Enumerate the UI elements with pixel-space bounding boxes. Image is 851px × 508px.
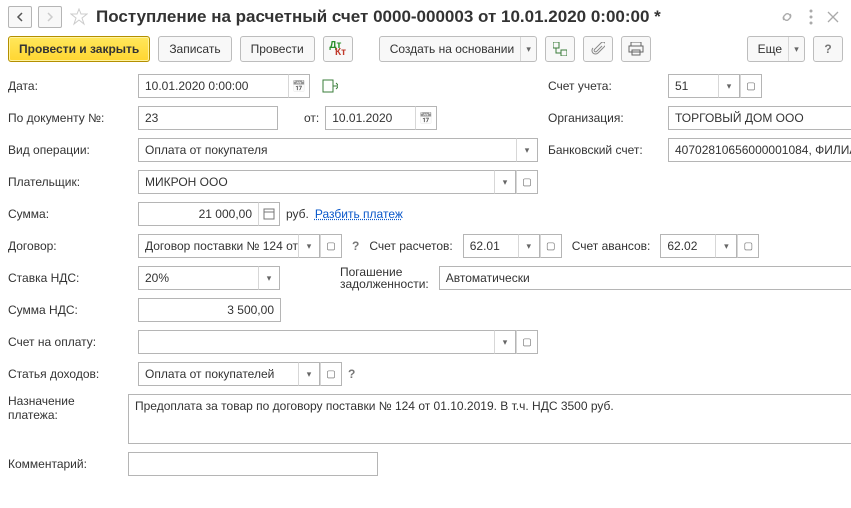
income-item-dropdown[interactable] [298,362,320,386]
split-payment-link[interactable]: Разбить платеж [315,207,403,221]
attach-button[interactable] [583,36,613,62]
contract-dropdown[interactable] [298,234,320,258]
link-icon[interactable] [779,9,795,25]
account-dropdown[interactable] [718,74,740,98]
vat-sum-input[interactable]: 3 500,00 [138,298,281,322]
settl-acc-input[interactable]: 62.01 [463,234,518,258]
settl-acc-label: Счет расчетов: [369,239,452,253]
adv-acc-label: Счет авансов: [572,239,651,253]
create-on-basis-button[interactable]: Создать на основании [379,36,538,62]
op-kind-input[interactable]: Оплата от покупателя [138,138,516,162]
vat-sum-label: Сумма НДС: [8,303,128,317]
doc-no-label: По документу №: [8,111,128,125]
account-input[interactable]: 51 [668,74,718,98]
org-input[interactable]: ТОРГОВЫЙ ДОМ ООО [668,106,851,130]
vat-rate-input[interactable]: 20% [138,266,258,290]
settl-acc-open[interactable] [540,234,562,258]
more-label: Еще [758,42,782,56]
account-label: Счет учета: [548,79,658,93]
invoice-dropdown[interactable] [494,330,516,354]
calendar-icon[interactable] [415,106,437,130]
chevron-down-icon [520,37,536,61]
amount-label: Сумма: [8,207,128,221]
debt-repay-input[interactable]: Автоматически [439,266,851,290]
post-label: Провести [251,42,304,56]
post-and-close-button[interactable]: Провести и закрыть [8,36,150,62]
purpose-input[interactable]: Предоплата за товар по договору поставки… [128,394,851,444]
payer-label: Плательщик: [8,175,128,189]
income-item-help[interactable] [348,367,355,381]
comment-input[interactable] [128,452,378,476]
calculator-icon [263,208,275,220]
close-icon[interactable] [827,11,839,23]
chevron-down-icon [788,37,804,61]
invoice-open[interactable] [516,330,538,354]
account-open[interactable] [740,74,762,98]
post-and-close-label: Провести и закрыть [19,42,139,56]
purpose-label: Назначение платежа: [8,394,118,422]
bank-acc-label: Банковский счет: [548,143,658,157]
post-button[interactable]: Провести [240,36,315,62]
op-kind-label: Вид операции: [8,143,128,157]
create-on-basis-label: Создать на основании [390,42,515,56]
save-button[interactable]: Записать [158,36,231,62]
adv-acc-input[interactable]: 62.02 [660,234,715,258]
repost-icon[interactable] [322,79,338,93]
income-item-input[interactable]: Оплата от покупателей [138,362,298,386]
nav-back-button[interactable] [8,6,32,28]
settl-acc-dropdown[interactable] [518,234,540,258]
vat-rate-label: Ставка НДС: [8,271,128,285]
doc-no-input[interactable]: 23 [138,106,278,130]
kebab-menu-icon[interactable] [809,9,813,25]
date-label: Дата: [8,79,128,93]
adv-acc-dropdown[interactable] [715,234,737,258]
printer-icon [628,42,644,56]
currency-label: руб. [286,207,309,221]
op-kind-dropdown[interactable] [516,138,538,162]
date-input[interactable]: 10.01.2020 0:00:00 [138,74,288,98]
payer-dropdown[interactable] [494,170,516,194]
favorite-star-icon[interactable] [68,6,90,28]
org-label: Организация: [548,111,658,125]
structure-icon [553,42,567,56]
doc-date-input[interactable]: 10.01.2020 [325,106,415,130]
income-item-open[interactable] [320,362,342,386]
page-title: Поступление на расчетный счет 0000-00000… [96,7,773,27]
nav-forward-button[interactable] [38,6,62,28]
contract-open[interactable] [320,234,342,258]
help-button[interactable] [813,36,843,62]
adv-acc-open[interactable] [737,234,759,258]
amount-input[interactable]: 21 000,00 [138,202,258,226]
contract-label: Договор: [8,239,128,253]
invoice-label: Счет на оплату: [8,335,128,349]
paperclip-icon [591,42,605,56]
save-label: Записать [169,42,220,56]
calendar-icon[interactable] [288,74,310,98]
bank-acc-input[interactable]: 40702810656000001084, ФИЛИА [668,138,851,162]
print-button[interactable] [621,36,651,62]
vat-rate-dropdown[interactable] [258,266,280,290]
contract-input[interactable]: Договор поставки № 124 от 0 [138,234,298,258]
invoice-input[interactable] [138,330,494,354]
dt-kt-button[interactable]: Дт Кт [323,36,353,62]
comment-label: Комментарий: [8,457,118,471]
dtkt-icon: Дт Кт [329,42,346,56]
income-item-label: Статья доходов: [8,367,128,381]
from-label: от: [304,111,319,125]
more-button[interactable]: Еще [747,36,805,62]
amount-calc[interactable] [258,202,280,226]
payer-open[interactable] [516,170,538,194]
payer-input[interactable]: МИКРОН ООО [138,170,494,194]
contract-help[interactable] [352,239,359,253]
structure-button[interactable] [545,36,575,62]
help-icon [824,42,831,56]
debt-repay-label: Погашение задолженности: [340,266,429,290]
